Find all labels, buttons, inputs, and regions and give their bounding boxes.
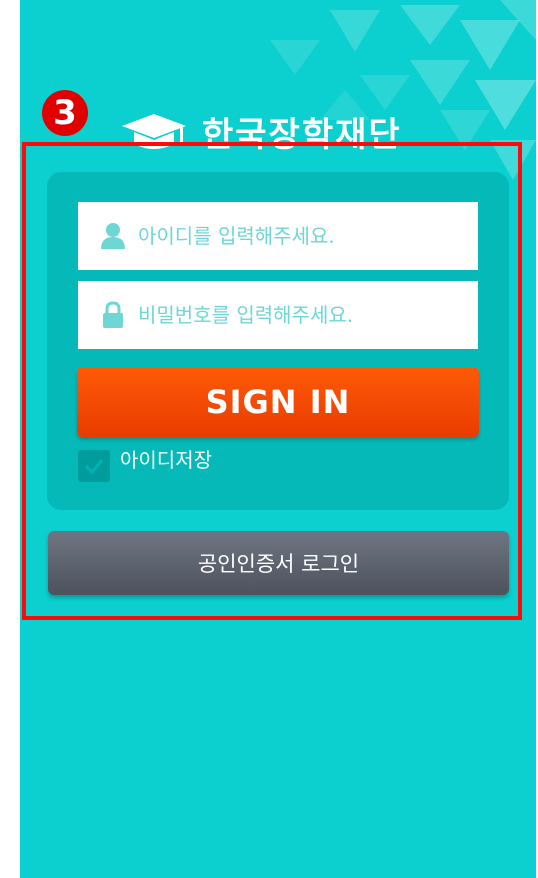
lock-icon: [103, 301, 123, 328]
login-screen: 한국장학재단 3 SIGN IN 아이디저장 공인인증서 로그인: [20, 0, 536, 878]
certificate-login-button[interactable]: 공인인증서 로그인: [48, 531, 509, 595]
password-field[interactable]: [78, 281, 478, 349]
remember-id[interactable]: 아이디저장: [78, 448, 212, 482]
signin-button[interactable]: SIGN IN: [77, 367, 479, 437]
id-input[interactable]: [136, 215, 478, 257]
user-icon: [101, 223, 125, 249]
check-icon: [84, 459, 104, 475]
id-field[interactable]: [78, 202, 478, 270]
remember-label: 아이디저장: [120, 448, 212, 472]
remember-checkbox[interactable]: [78, 450, 110, 482]
step-number-badge: 3: [42, 90, 88, 136]
password-input[interactable]: [136, 294, 478, 336]
